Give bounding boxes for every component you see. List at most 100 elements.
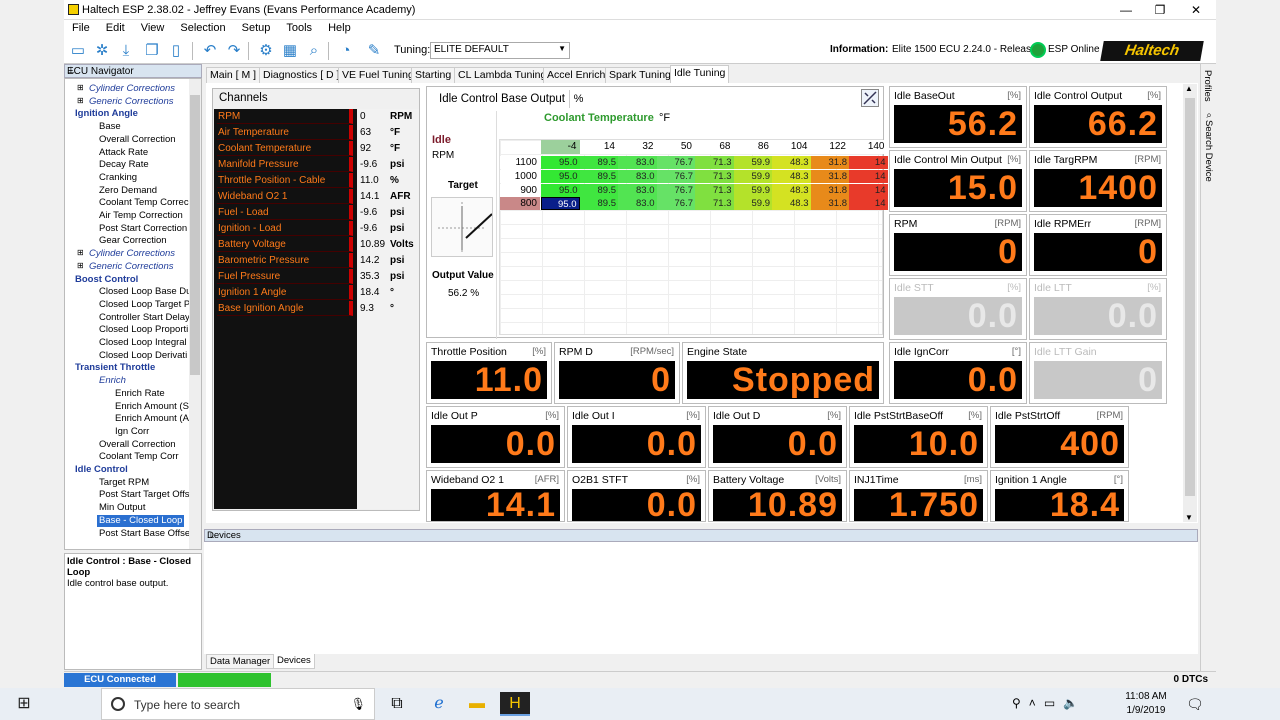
connect-icon[interactable]: ✲: [92, 41, 112, 61]
menu-selection[interactable]: Selection: [172, 20, 233, 36]
menu-file[interactable]: File: [64, 20, 98, 36]
channel-row[interactable]: Manifold Pressure -9.6 psi: [214, 157, 419, 173]
nav-item[interactable]: Post Start Correction: [99, 223, 187, 236]
nav-item[interactable]: Target RPM: [99, 477, 149, 490]
gauge-ignition-1-angle[interactable]: Ignition 1 Angle [°] 18.4: [990, 470, 1129, 522]
tab-ve-fuel-tuning[interactable]: VE Fuel Tuning: [338, 67, 418, 83]
people-icon[interactable]: ⚲: [1012, 696, 1029, 710]
nav-item[interactable]: Base: [99, 121, 121, 134]
channel-row[interactable]: Base Ignition Angle 9.3 °: [214, 301, 419, 317]
nav-item[interactable]: Gear Correction: [99, 235, 167, 248]
table-cell[interactable]: 95.0: [541, 197, 580, 211]
scroll-down-icon[interactable]: ▼: [1185, 513, 1193, 522]
side-tab-search-device[interactable]: ⌕Search Device: [1202, 110, 1214, 182]
nav-item[interactable]: Overall Correction: [99, 134, 176, 147]
gauge-idle-pststrtoff[interactable]: Idle PstStrtOff [RPM] 400: [990, 406, 1129, 468]
gauge-idle-pststrtbaseoff[interactable]: Idle PstStrtBaseOff [%] 10.0: [849, 406, 988, 468]
page-icon[interactable]: ▯: [166, 41, 186, 61]
table-cell[interactable]: 48.3: [772, 156, 811, 169]
nav-item[interactable]: Base - Closed Loop: [97, 514, 185, 528]
nav-item[interactable]: Idle Control: [75, 464, 128, 477]
table-cell[interactable]: 76.7: [656, 183, 695, 197]
search-icon[interactable]: ⌕: [304, 41, 324, 61]
nav-item[interactable]: Min Output: [99, 502, 145, 515]
nav-item[interactable]: Closed Loop Base Du: [99, 286, 191, 299]
menu-setup[interactable]: Setup: [234, 20, 279, 36]
table-cell[interactable]: 59.9: [733, 197, 772, 211]
nav-item[interactable]: Closed Loop Target P: [99, 299, 190, 312]
nav-item[interactable]: Coolant Temp Corr: [99, 451, 179, 464]
minimize-button[interactable]: —: [1108, 0, 1144, 20]
nav-item[interactable]: Post Start Base Offset: [99, 528, 193, 541]
gauge-idle-stt[interactable]: Idle STT [%] 0.0: [889, 278, 1027, 340]
expand-icon[interactable]: ⊞: [77, 83, 84, 92]
gauge-battery-voltage[interactable]: Battery Voltage [Volts] 10.89: [708, 470, 847, 522]
pin-icon[interactable]: ⊥: [207, 530, 1193, 541]
channel-row[interactable]: Fuel - Load -9.6 psi: [214, 205, 419, 221]
table-cell[interactable]: 14: [849, 197, 888, 211]
table-cell[interactable]: 83.0: [618, 156, 657, 169]
tab-spark-tuning[interactable]: Spark Tuning: [605, 67, 675, 83]
nav-item[interactable]: Ignition Angle: [75, 108, 138, 121]
close-button[interactable]: ✕: [1178, 0, 1214, 20]
pen-icon[interactable]: ✎: [364, 41, 384, 61]
tab-cl-lambda-tuning[interactable]: CL Lambda Tuning: [454, 67, 551, 83]
menu-edit[interactable]: Edit: [98, 20, 133, 36]
table-cell[interactable]: 14: [849, 156, 888, 169]
channel-row[interactable]: Battery Voltage 10.89 Volts: [214, 237, 419, 253]
table-cell[interactable]: 76.7: [656, 197, 695, 211]
nav-item[interactable]: Enrich Rate: [115, 388, 165, 401]
table-cell[interactable]: 95.0: [541, 169, 580, 183]
gauge-idle-ltt-gain[interactable]: Idle LTT Gain 0: [1029, 342, 1167, 404]
table-cell[interactable]: 83.0: [618, 197, 657, 211]
nav-item[interactable]: Overall Correction: [99, 439, 176, 452]
nav-item[interactable]: Zero Demand: [99, 185, 157, 198]
nav-item[interactable]: Transient Throttle: [75, 362, 155, 375]
gauge-idle-control-min-output[interactable]: Idle Control Min Output [%] 15.0: [889, 150, 1027, 212]
table-cell[interactable]: 71.3: [695, 169, 734, 183]
channel-row[interactable]: RPM 0 RPM: [214, 109, 419, 125]
nav-item[interactable]: Closed Loop Integral: [99, 337, 187, 350]
scroll-up-icon[interactable]: ▲: [1185, 84, 1193, 93]
nav-item[interactable]: Cranking: [99, 172, 137, 185]
gauge-idle-ltt[interactable]: Idle LTT [%] 0.0: [1029, 278, 1167, 340]
expand-icon[interactable]: ⊞: [77, 261, 84, 270]
gauge-rpm-d[interactable]: RPM D [RPM/sec] 0: [554, 342, 680, 404]
channel-row[interactable]: Ignition - Load -9.6 psi: [214, 221, 419, 237]
table-cell[interactable]: 76.7: [656, 156, 695, 169]
undo-icon[interactable]: ↶: [200, 41, 220, 61]
nav-item[interactable]: Generic Corrections: [89, 96, 173, 109]
network-icon[interactable]: ▭: [1044, 696, 1063, 710]
maximize-button[interactable]: ❐: [1142, 0, 1178, 20]
nav-item[interactable]: Coolant Temp Correc: [99, 197, 189, 210]
channel-row[interactable]: Coolant Temperature 92 °F: [214, 141, 419, 157]
gear-icon[interactable]: ⚙: [256, 41, 276, 61]
nav-item[interactable]: Enrich: [99, 375, 126, 388]
table-cell[interactable]: 95.0: [541, 156, 580, 169]
nav-item[interactable]: Closed Loop Derivati: [99, 350, 187, 363]
gauge-idle-out-p[interactable]: Idle Out P [%] 0.0: [426, 406, 565, 468]
gauge-inj1time[interactable]: INJ1Time [ms] 1.750: [849, 470, 988, 522]
table-cell[interactable]: 76.7: [656, 169, 695, 183]
pin-icon[interactable]: ⊥: [67, 65, 197, 76]
channel-row[interactable]: Wideband O2 1 14.1 AFR: [214, 189, 419, 205]
menu-help[interactable]: Help: [320, 20, 359, 36]
gauge-wideband-o2-1[interactable]: Wideband O2 1 [AFR] 14.1: [426, 470, 565, 522]
gauge-idle-rpmerr[interactable]: Idle RPMErr [RPM] 0: [1029, 214, 1167, 276]
tab-accel-enrich[interactable]: Accel Enrich: [543, 67, 610, 83]
volume-icon[interactable]: 🔈: [1063, 696, 1086, 710]
table-cell[interactable]: 31.8: [810, 183, 849, 197]
nav-item[interactable]: Closed Loop Proporti: [99, 324, 188, 337]
redo-icon[interactable]: ↷: [224, 41, 244, 61]
gauge-idle-control-output[interactable]: Idle Control Output [%] 66.2: [1029, 86, 1167, 148]
channel-row[interactable]: Throttle Position - Cable 11.0%: [214, 173, 419, 189]
table-view-toggle-icon[interactable]: [861, 89, 879, 107]
nav-item[interactable]: Enrich Amount (A: [115, 413, 189, 426]
gauge-idle-targrpm[interactable]: Idle TargRPM [RPM] 1400: [1029, 150, 1167, 212]
haltech-taskbar-icon[interactable]: H: [500, 692, 530, 716]
gauge-o2b1-stft[interactable]: O2B1 STFT [%] 0.0: [567, 470, 706, 522]
table-cell[interactable]: 89.5: [579, 156, 618, 169]
open-folder-icon[interactable]: ▭: [68, 41, 88, 61]
table-cell[interactable]: 83.0: [618, 183, 657, 197]
nav-item[interactable]: Enrich Amount (S: [115, 401, 189, 414]
